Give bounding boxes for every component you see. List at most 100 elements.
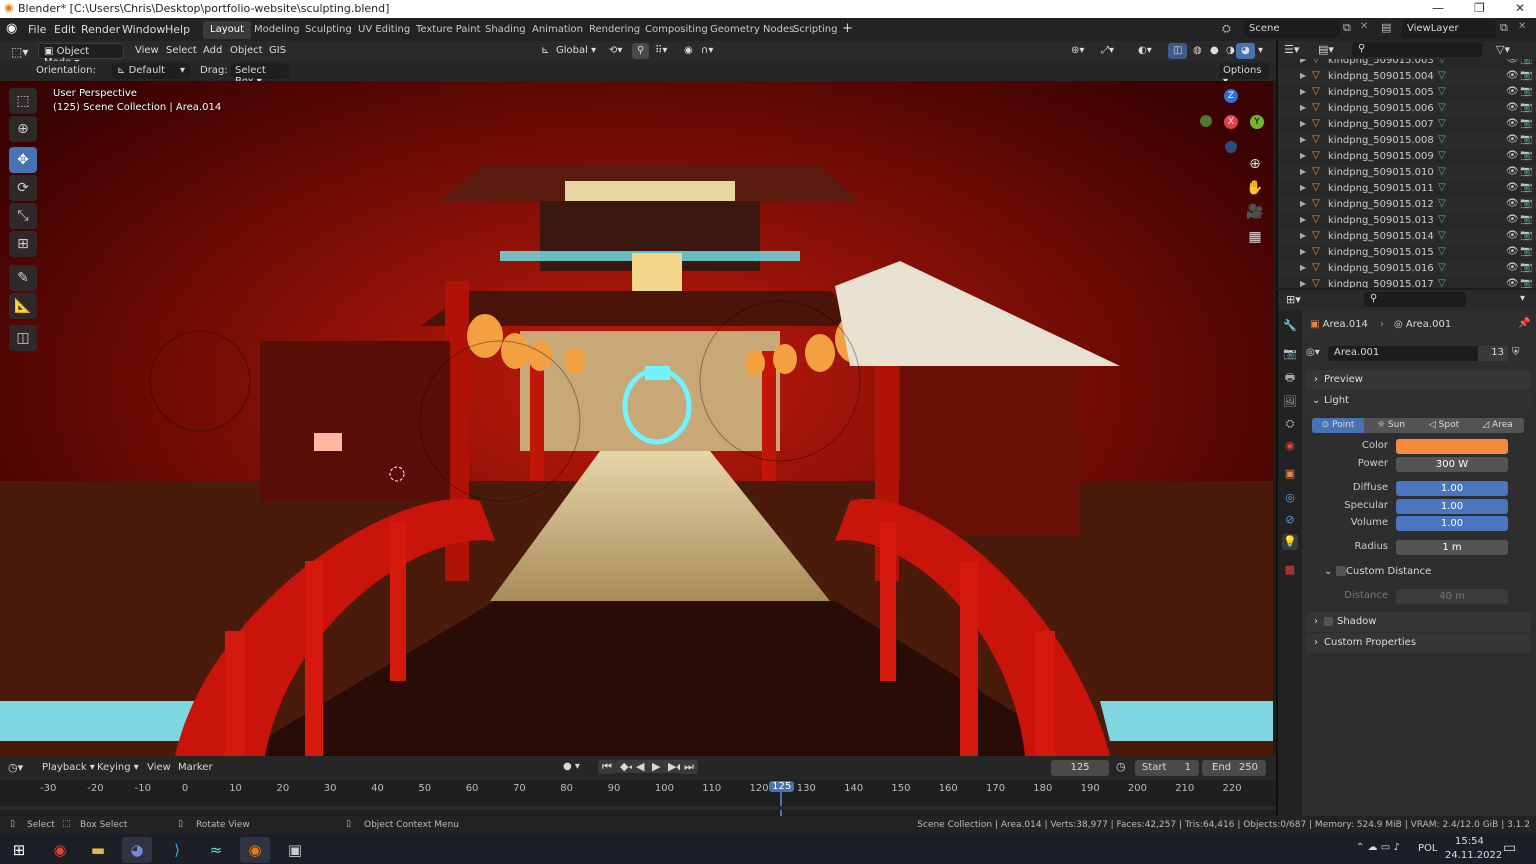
eye-icon[interactable]: 👁 (1506, 262, 1519, 273)
mesh-data-icon[interactable]: ▽ (1438, 86, 1446, 97)
light-panel-header[interactable]: ⌄ Light (1306, 391, 1531, 411)
power-field[interactable]: 300 W (1396, 457, 1508, 472)
eye-icon[interactable]: 👁 (1506, 102, 1519, 113)
expand-arrow-icon[interactable]: ▶ (1300, 263, 1306, 272)
windows-start-icon[interactable]: ⊞ (4, 837, 34, 863)
specular-slider[interactable]: 1.00 (1396, 499, 1508, 514)
jump-start-icon[interactable]: ⏮ (598, 760, 616, 774)
vscode-icon[interactable]: ⟩ (162, 837, 192, 863)
ortho-grid-icon[interactable]: ▦ (1244, 226, 1266, 248)
outliner-row[interactable]: ▶ ▽ kindpng_509015.013 ▽ 👁 📷 (1278, 213, 1536, 229)
menu-marker[interactable]: Marker (178, 762, 213, 773)
outliner-row[interactable]: ▶ ▽ kindpng_509015.016 ▽ 👁 📷 (1278, 261, 1536, 277)
clock-time[interactable]: 15:54 (1455, 836, 1484, 847)
eye-icon[interactable]: 👁 (1506, 150, 1519, 161)
discord-icon[interactable]: ◕ (122, 837, 152, 863)
shadow-checkbox[interactable] (1324, 617, 1333, 626)
notifications-icon[interactable]: ▭ (1503, 840, 1516, 856)
type-spot-button[interactable]: ◁ Spot (1418, 418, 1470, 433)
eye-icon[interactable]: 👁 (1506, 70, 1519, 81)
diffuse-slider[interactable]: 1.00 (1396, 481, 1508, 496)
expand-arrow-icon[interactable]: ▶ (1300, 151, 1306, 160)
xray-icon[interactable]: ◫ (1168, 43, 1188, 59)
outliner-row[interactable]: ▶ ▽ kindpng_509015.011 ▽ 👁 📷 (1278, 181, 1536, 197)
play-reverse-icon[interactable]: ◀ (632, 760, 649, 773)
transform-orientation-selector[interactable]: Global ▾ (551, 43, 601, 59)
preview-panel[interactable]: › Preview (1306, 370, 1531, 390)
volume-slider[interactable]: 1.00 (1396, 516, 1508, 531)
mesh-data-icon[interactable]: ▽ (1438, 214, 1446, 225)
select-box-tool-icon[interactable]: ⬚ (9, 88, 37, 114)
properties-editor-icon[interactable]: ⊞▾ (1286, 293, 1301, 306)
options-dropdown[interactable]: Options ▾ (1219, 63, 1269, 87)
mode-selector[interactable]: ▣ Object Mode ▾ (38, 43, 124, 68)
mesh-data-icon[interactable]: ▽ (1438, 59, 1446, 65)
mesh-data-icon[interactable]: ▽ (1438, 134, 1446, 145)
outliner-row[interactable]: ▶ ▽ kindpng_509015.003 ▽ 👁 📷 (1278, 59, 1536, 69)
outliner-row[interactable]: ▶ ▽ kindpng_509015.008 ▽ 👁 📷 (1278, 133, 1536, 149)
visibility-icon[interactable]: ⊛▾ (1066, 43, 1089, 59)
mesh-data-icon[interactable]: ▽ (1438, 70, 1446, 81)
camera-icon[interactable]: 📷 (1520, 134, 1532, 145)
expand-arrow-icon[interactable]: ▶ (1300, 59, 1306, 64)
add-cube-tool-icon[interactable]: ◫ (9, 325, 37, 351)
camera-icon[interactable]: 📷 (1520, 230, 1532, 241)
expand-arrow-icon[interactable]: ▶ (1300, 215, 1306, 224)
display-mode-icon[interactable]: ▤▾ (1318, 43, 1334, 56)
outliner-row[interactable]: ▶ ▽ kindpng_509015.007 ▽ 👁 📷 (1278, 117, 1536, 133)
outliner-row[interactable]: ▶ ▽ kindpng_509015.004 ▽ 👁 📷 (1278, 69, 1536, 85)
end-frame-field[interactable]: End 250 (1202, 760, 1266, 776)
menu-keying[interactable]: Keying ▾ (97, 762, 139, 773)
timeline-editor[interactable]: ◷▾ Playback ▾ Keying ▾ View Marker ● ▾ ⏮… (0, 756, 1276, 816)
close-button[interactable]: ✕ (1515, 1, 1525, 15)
mesh-data-icon[interactable]: ▽ (1438, 182, 1446, 193)
current-frame-field[interactable]: 125 (1051, 760, 1109, 776)
scale-tool-icon[interactable]: ⤡ (9, 203, 37, 229)
maximize-button[interactable]: ❐ (1474, 1, 1485, 15)
chrome-icon[interactable]: ◉ (45, 837, 75, 863)
mesh-data-icon[interactable]: ▽ (1438, 166, 1446, 177)
outliner-row[interactable]: ▶ ▽ kindpng_509015.012 ▽ 👁 📷 (1278, 197, 1536, 213)
eye-icon[interactable]: 👁 (1506, 118, 1519, 129)
transform-tool-icon[interactable]: ⊞ (9, 231, 37, 257)
light-datablock-selector[interactable]: ◎▾ Area.001 13 ⛨ (1306, 346, 1531, 362)
type-area-button[interactable]: ◿ Area (1471, 418, 1524, 433)
pin-icon[interactable]: 📌 (1518, 318, 1530, 329)
eye-icon[interactable]: 👁 (1506, 214, 1519, 225)
fake-user-shield-icon[interactable]: ⛨ (1512, 347, 1520, 358)
app-window-icon[interactable]: ▣ (280, 837, 310, 863)
mesh-data-icon[interactable]: ▽ (1438, 262, 1446, 273)
outliner-row[interactable]: ▶ ▽ kindpng_509015.005 ▽ 👁 📷 (1278, 85, 1536, 101)
delete-scene-icon[interactable]: ✕ (1360, 21, 1368, 32)
world-tab-icon[interactable]: ◉ (1282, 438, 1298, 454)
outliner-search-input[interactable]: ⚲ (1352, 42, 1482, 57)
zoom-icon[interactable]: ⊕ (1244, 153, 1266, 175)
datablock-name-field[interactable]: Area.001 (1328, 346, 1478, 361)
light-type-selector[interactable]: ⊙ Point ☼ Sun ◁ Spot ◿ Area (1312, 418, 1524, 433)
camera-icon[interactable]: 📷 (1520, 150, 1532, 161)
properties-options-icon[interactable]: ▾ (1520, 293, 1525, 304)
tab-sculpting[interactable]: Sculpting (298, 21, 359, 39)
eye-icon[interactable]: 👁 (1506, 230, 1519, 241)
rotate-tool-icon[interactable]: ⟳ (9, 175, 37, 201)
wireframe-shading-icon[interactable]: ◍ (1188, 43, 1207, 59)
camera-icon[interactable]: 📷 (1520, 198, 1532, 209)
preview-range-icon[interactable]: ◷ (1116, 760, 1126, 773)
light-browse-icon[interactable]: ◎▾ (1306, 347, 1320, 358)
camera-icon[interactable]: 📷 (1520, 70, 1532, 81)
mesh-data-icon[interactable]: ▽ (1438, 278, 1446, 288)
expand-arrow-icon[interactable]: ▶ (1300, 199, 1306, 208)
menu-playback[interactable]: Playback ▾ (42, 762, 95, 773)
color-swatch[interactable] (1396, 439, 1508, 454)
camera-icon[interactable]: 📷 (1520, 166, 1532, 177)
mesh-data-icon[interactable]: ▽ (1438, 246, 1446, 257)
mesh-data-icon[interactable]: ▽ (1438, 198, 1446, 209)
play-icon[interactable]: ▶ (648, 760, 665, 773)
outliner-row[interactable]: ▶ ▽ kindpng_509015.006 ▽ 👁 📷 (1278, 101, 1536, 117)
gizmo-neg-z[interactable] (1225, 141, 1237, 153)
view-layer-tab-icon[interactable]: 🖼 (1282, 394, 1298, 410)
expand-arrow-icon[interactable]: ▶ (1300, 87, 1306, 96)
object-tab-icon[interactable]: ▣ (1282, 466, 1298, 482)
tab-scripting[interactable]: Scripting (786, 21, 844, 39)
snap-target-icon[interactable]: ⠿▾ (650, 43, 672, 59)
